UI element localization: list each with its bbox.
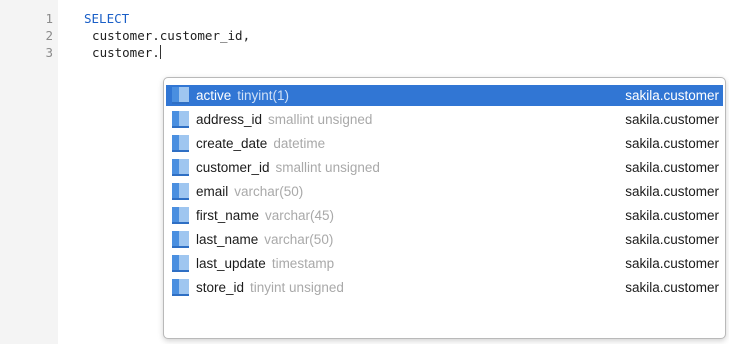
line-number: 3 <box>45 45 53 60</box>
column-icon <box>172 255 189 272</box>
line-number: 1 <box>45 11 53 26</box>
line-number: 2 <box>45 28 53 43</box>
code-line-3[interactable]: customer. <box>77 44 161 61</box>
column-name: customer_id <box>196 160 270 175</box>
code-line-1[interactable]: SELECT <box>84 10 129 27</box>
autocomplete-item[interactable]: customer_id smallint unsigned sakila.cus… <box>166 157 723 178</box>
autocomplete-popup[interactable]: active tinyint(1) sakila.customer addres… <box>163 77 726 339</box>
column-icon <box>172 159 189 176</box>
column-icon <box>172 207 189 224</box>
column-icon <box>172 183 189 200</box>
column-name: email <box>196 184 229 199</box>
line-number-gutter: 1 2 3 <box>0 0 58 344</box>
column-table: sakila.customer <box>625 136 719 151</box>
column-table: sakila.customer <box>625 256 719 271</box>
autocomplete-item[interactable]: store_id tinyint unsigned sakila.custome… <box>166 277 723 298</box>
autocomplete-item[interactable]: create_date datetime sakila.customer <box>166 133 723 154</box>
column-type: timestamp <box>271 256 335 271</box>
column-icon <box>172 111 189 128</box>
column-name: address_id <box>196 112 263 127</box>
column-type: smallint unsigned <box>268 112 373 127</box>
column-type: tinyint(1) <box>237 88 290 103</box>
column-table: sakila.customer <box>625 208 719 223</box>
column-table: sakila.customer <box>625 112 719 127</box>
column-name: last_name <box>196 232 259 247</box>
column-name: create_date <box>196 136 268 151</box>
column-table: sakila.customer <box>625 88 719 103</box>
column-name: last_update <box>196 256 266 271</box>
column-type: smallint unsigned <box>275 160 380 175</box>
column-table: sakila.customer <box>625 232 719 247</box>
autocomplete-item[interactable]: address_id smallint unsigned sakila.cust… <box>166 109 723 130</box>
column-type: varchar(50) <box>264 232 334 247</box>
autocomplete-item[interactable]: last_update timestamp sakila.customer <box>166 253 723 274</box>
autocomplete-item[interactable]: email varchar(50) sakila.customer <box>166 181 723 202</box>
text-cursor <box>159 45 161 59</box>
autocomplete-item[interactable]: active tinyint(1) sakila.customer <box>166 85 723 106</box>
autocomplete-item[interactable]: last_name varchar(50) sakila.customer <box>166 229 723 250</box>
column-icon <box>172 231 189 248</box>
column-type: datetime <box>273 136 326 151</box>
column-icon <box>172 279 189 296</box>
column-table: sakila.customer <box>625 184 719 199</box>
column-table: sakila.customer <box>625 280 719 295</box>
column-name: store_id <box>196 280 245 295</box>
column-icon <box>172 87 189 104</box>
code-line-2[interactable]: customer.customer_id, <box>77 27 250 44</box>
column-icon <box>172 135 189 152</box>
column-table: sakila.customer <box>625 160 719 175</box>
autocomplete-item[interactable]: first_name varchar(45) sakila.customer <box>166 205 723 226</box>
column-type: varchar(50) <box>234 184 304 199</box>
column-type: varchar(45) <box>265 208 335 223</box>
column-name: active <box>196 88 232 103</box>
column-type: tinyint unsigned <box>250 280 344 295</box>
code-line-3-text: customer. <box>77 45 160 60</box>
column-name: first_name <box>196 208 260 223</box>
